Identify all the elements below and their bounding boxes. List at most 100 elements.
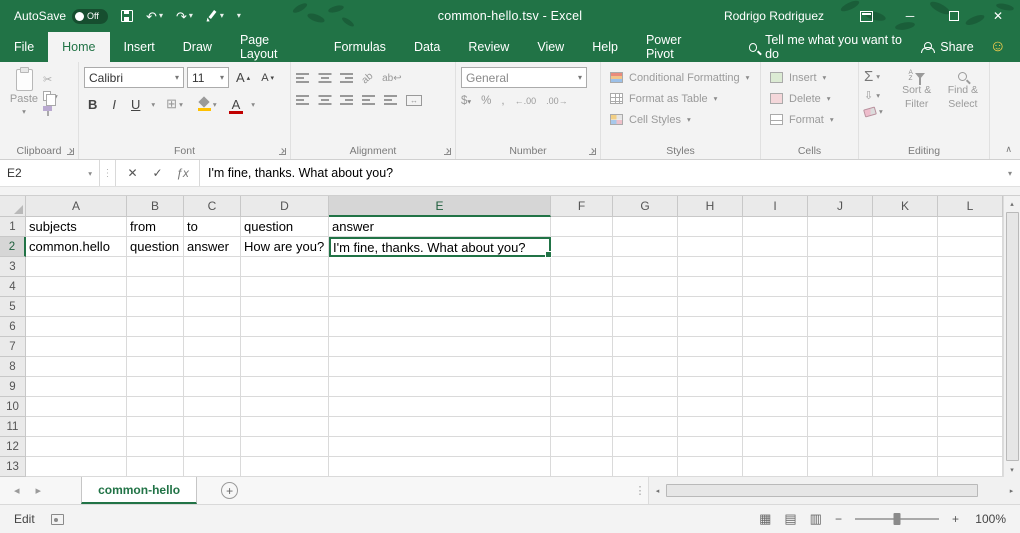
cell-A3[interactable]	[26, 257, 127, 277]
cell-F10[interactable]	[551, 397, 613, 417]
autosum-button[interactable]: Σ▾	[864, 69, 892, 84]
cell-E7[interactable]	[329, 337, 551, 357]
cell-C1[interactable]: to	[184, 217, 241, 237]
format-painter-button[interactable]	[43, 106, 58, 115]
increase-indent-button[interactable]	[384, 95, 397, 105]
page-break-view-button[interactable]: ▥	[810, 511, 822, 527]
cell-B13[interactable]	[127, 457, 184, 477]
cell-C8[interactable]	[184, 357, 241, 377]
cell-L7[interactable]	[938, 337, 1003, 357]
cell-H13[interactable]	[678, 457, 743, 477]
cell-K3[interactable]	[873, 257, 938, 277]
cell-G10[interactable]	[613, 397, 678, 417]
column-header-H[interactable]: H	[678, 196, 743, 217]
cell-H9[interactable]	[678, 377, 743, 397]
tab-draw[interactable]: Draw	[169, 32, 226, 62]
redo-dropdown[interactable]: ▾	[189, 12, 193, 20]
cell-H10[interactable]	[678, 397, 743, 417]
cell-D10[interactable]	[241, 397, 329, 417]
zoom-slider-thumb[interactable]	[893, 513, 900, 525]
cell-H3[interactable]	[678, 257, 743, 277]
row-header-8[interactable]: 8	[0, 357, 26, 377]
row-header-11[interactable]: 11	[0, 417, 26, 437]
name-box-dropdown[interactable]: ▾	[88, 169, 92, 178]
cell-D2[interactable]: How are you?	[241, 237, 329, 257]
column-header-L[interactable]: L	[938, 196, 1003, 217]
cell-L1[interactable]	[938, 217, 1003, 237]
cell-K2[interactable]	[873, 237, 938, 257]
cell-H6[interactable]	[678, 317, 743, 337]
cell-K12[interactable]	[873, 437, 938, 457]
cell-F13[interactable]	[551, 457, 613, 477]
increase-font-size-button[interactable]: A▴	[232, 69, 254, 86]
cell-D8[interactable]	[241, 357, 329, 377]
fill-dropdown[interactable]: ▾	[876, 91, 880, 100]
zoom-slider[interactable]	[855, 518, 939, 520]
font-color-dropdown[interactable]: ▾	[251, 100, 255, 109]
previous-sheet-arrow[interactable]: ◂	[14, 484, 20, 497]
tab-file[interactable]: File	[0, 32, 48, 62]
cell-G7[interactable]	[613, 337, 678, 357]
cell-F3[interactable]	[551, 257, 613, 277]
cell-K13[interactable]	[873, 457, 938, 477]
row-header-7[interactable]: 7	[0, 337, 26, 357]
cell-C4[interactable]	[184, 277, 241, 297]
cell-A11[interactable]	[26, 417, 127, 437]
cut-button[interactable]: ✂	[43, 73, 58, 86]
cell-A5[interactable]	[26, 297, 127, 317]
maximize-button[interactable]	[932, 0, 976, 32]
cell-G3[interactable]	[613, 257, 678, 277]
cell-K9[interactable]	[873, 377, 938, 397]
cell-C3[interactable]	[184, 257, 241, 277]
cell-B10[interactable]	[127, 397, 184, 417]
cell-I12[interactable]	[743, 437, 808, 457]
column-header-I[interactable]: I	[743, 196, 808, 217]
vertical-scroll-thumb[interactable]	[1006, 212, 1019, 461]
cell-L4[interactable]	[938, 277, 1003, 297]
cell-B8[interactable]	[127, 357, 184, 377]
enter-button[interactable]: ✓	[145, 166, 170, 180]
conditional-formatting-button[interactable]: Conditional Formatting ▾	[606, 67, 755, 88]
cell-J2[interactable]	[808, 237, 873, 257]
orientation-button[interactable]: ab	[360, 70, 376, 86]
underline-dropdown[interactable]: ▾	[151, 100, 155, 109]
fill-color-button[interactable]: ▾	[194, 97, 221, 112]
column-header-G[interactable]: G	[613, 196, 678, 217]
row-header-10[interactable]: 10	[0, 397, 26, 417]
cell-D13[interactable]	[241, 457, 329, 477]
cell-I8[interactable]	[743, 357, 808, 377]
clear-dropdown[interactable]: ▾	[879, 107, 883, 116]
tab-power-pivot[interactable]: Power Pivot	[632, 32, 723, 62]
cell-E10[interactable]	[329, 397, 551, 417]
autosave-toggle[interactable]: AutoSave Off	[14, 9, 108, 24]
cell-G13[interactable]	[613, 457, 678, 477]
next-sheet-arrow[interactable]: ▸	[36, 484, 42, 497]
zoom-level[interactable]: 100%	[972, 512, 1006, 526]
cell-L6[interactable]	[938, 317, 1003, 337]
cell-A4[interactable]	[26, 277, 127, 297]
alignment-dialog-launcher[interactable]	[444, 148, 451, 155]
cell-I5[interactable]	[743, 297, 808, 317]
align-center-button[interactable]	[318, 95, 331, 105]
cell-K1[interactable]	[873, 217, 938, 237]
cell-G5[interactable]	[613, 297, 678, 317]
row-header-6[interactable]: 6	[0, 317, 26, 337]
tab-formulas[interactable]: Formulas	[320, 32, 400, 62]
cell-F1[interactable]	[551, 217, 613, 237]
scroll-right-arrow[interactable]: ▸	[1003, 477, 1020, 504]
cell-F8[interactable]	[551, 357, 613, 377]
cell-H11[interactable]	[678, 417, 743, 437]
scroll-down-arrow[interactable]: ▾	[1004, 462, 1020, 477]
cell-B2[interactable]: question	[127, 237, 184, 257]
underline-button[interactable]: U	[127, 96, 144, 113]
row-header-2[interactable]: 2	[0, 237, 26, 257]
row-header-1[interactable]: 1	[0, 217, 26, 237]
font-dialog-launcher[interactable]	[279, 148, 286, 155]
cell-K4[interactable]	[873, 277, 938, 297]
cell-B3[interactable]	[127, 257, 184, 277]
currency-button[interactable]: $▾	[461, 95, 471, 107]
cell-I10[interactable]	[743, 397, 808, 417]
merge-center-button[interactable]: ↔	[406, 95, 422, 106]
cell-L8[interactable]	[938, 357, 1003, 377]
cell-H4[interactable]	[678, 277, 743, 297]
